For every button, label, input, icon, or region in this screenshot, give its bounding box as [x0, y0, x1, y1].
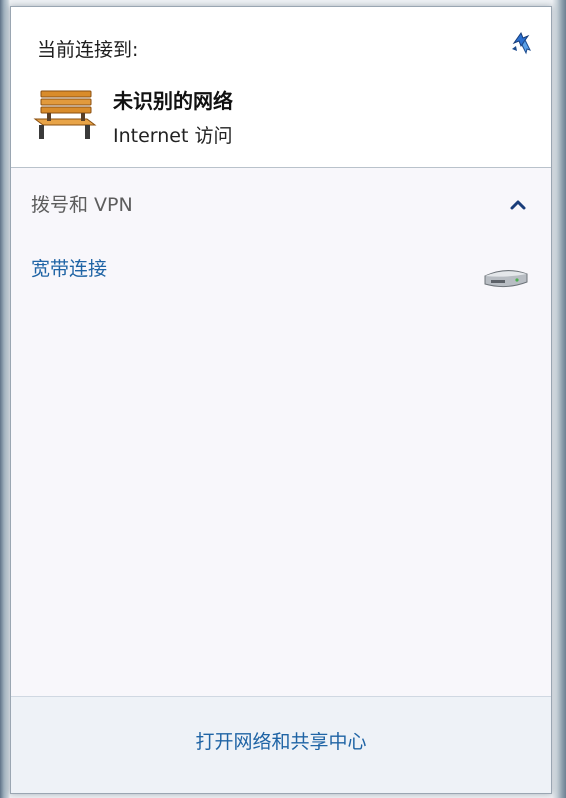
vpn-section-header: 拨号和 VPN	[31, 194, 133, 216]
desktop-backdrop	[552, 0, 566, 798]
collapse-section-button[interactable]	[507, 194, 529, 216]
network-flyout: 当前连接到: 未识别的网络 Internet 访问 拨号和 VPN 宽带连接 打…	[10, 6, 552, 794]
refresh-button[interactable]	[507, 27, 537, 57]
open-network-sharing-center-link[interactable]: 打开网络和共享中心	[11, 727, 551, 754]
broadband-connection-item[interactable]: 宽带连接	[31, 254, 107, 281]
flyout-footer: 打开网络和共享中心	[11, 696, 551, 793]
refresh-icon	[512, 31, 531, 55]
chevron-up-icon	[510, 200, 526, 210]
bench-icon	[33, 87, 97, 143]
dialup-vpn-section: 拨号和 VPN 宽带连接	[11, 168, 551, 698]
current-connection-section: 当前连接到: 未识别的网络 Internet 访问	[11, 7, 551, 168]
network-name: 未识别的网络	[113, 89, 233, 113]
current-connection-heading: 当前连接到:	[37, 39, 139, 61]
network-access-status: Internet 访问	[113, 125, 233, 147]
modem-icon	[481, 264, 531, 292]
